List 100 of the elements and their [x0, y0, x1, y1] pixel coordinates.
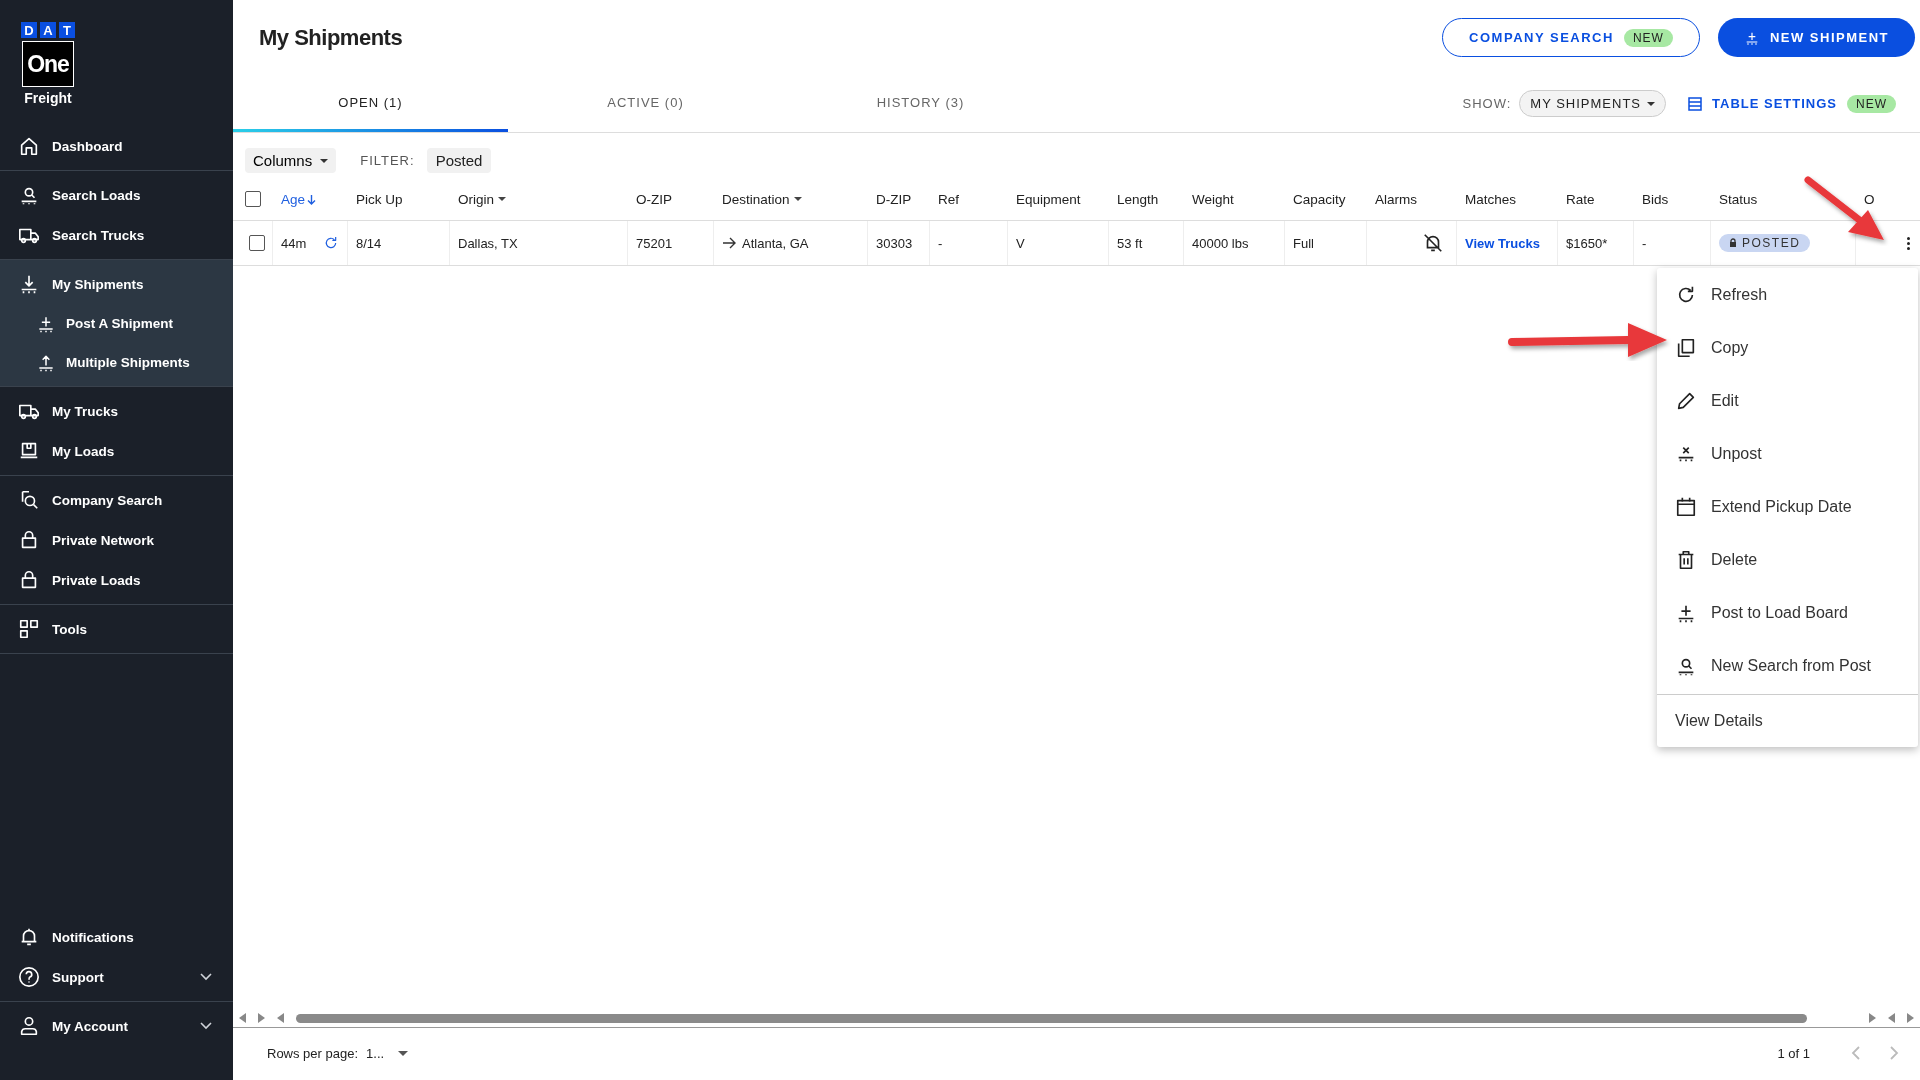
scroll-right-icon[interactable]: [1907, 1013, 1914, 1023]
table-cell: $1650*: [1566, 235, 1608, 251]
chevron-down-icon: [199, 972, 213, 982]
rows-per-page-select[interactable]: 1...: [366, 1045, 409, 1061]
caret-icon: [498, 197, 506, 201]
logo-letter: A: [40, 22, 56, 38]
column-header[interactable]: O: [1864, 191, 1875, 207]
chevron-right-icon[interactable]: [1888, 1045, 1900, 1061]
tab[interactable]: HISTORY (3): [783, 75, 1058, 132]
scroll-right-icon[interactable]: [258, 1013, 265, 1023]
menu-item[interactable]: Copy: [1657, 321, 1918, 374]
new-badge: NEW: [1623, 28, 1673, 47]
menu-item[interactable]: Edit: [1657, 374, 1918, 427]
refresh-icon: [323, 235, 339, 251]
table-cell: 75201: [636, 235, 673, 251]
column-header[interactable]: Weight: [1192, 191, 1234, 207]
sidebar-item[interactable]: Private Loads: [0, 560, 233, 600]
sidebar-item[interactable]: Private Network: [0, 520, 233, 560]
scroll-left-icon[interactable]: [239, 1013, 246, 1023]
scroll-right-icon[interactable]: [1869, 1013, 1876, 1023]
sidebar-item[interactable]: My Loads: [0, 431, 233, 471]
tab[interactable]: OPEN (1): [233, 75, 508, 132]
sidebar-item[interactable]: Support: [0, 957, 233, 997]
logo-letter: D: [21, 22, 37, 38]
view-trucks-link[interactable]: View Trucks: [1465, 235, 1540, 251]
bell-off-icon[interactable]: [1422, 232, 1444, 254]
sort-down-icon: [307, 193, 317, 205]
chevron-down-icon: [199, 1021, 213, 1031]
sidebar-item[interactable]: Dashboard: [0, 126, 233, 166]
column-header[interactable]: Ref: [938, 191, 959, 207]
column-header[interactable]: Length: [1117, 191, 1159, 207]
menu-item[interactable]: Refresh: [1657, 268, 1918, 321]
sidebar-item[interactable]: Search Loads: [0, 175, 233, 215]
sidebar-item[interactable]: My Trucks: [0, 391, 233, 431]
status-badge: POSTED: [1719, 234, 1811, 252]
help-icon: [18, 966, 40, 988]
new-badge: NEW: [1847, 94, 1896, 113]
checkbox[interactable]: [248, 235, 265, 251]
table-settings-button[interactable]: TABLE SETTINGS NEW: [1688, 94, 1896, 113]
menu-item[interactable]: Unpost: [1657, 427, 1918, 480]
calendar-icon: [1675, 495, 1697, 518]
column-header[interactable]: Rate: [1566, 191, 1595, 207]
table-icon: [1688, 96, 1702, 111]
table-cell: -: [1642, 235, 1647, 251]
menu-item[interactable]: Extend Pickup Date: [1657, 480, 1918, 533]
new-shipment-button[interactable]: NEW SHIPMENT: [1717, 18, 1915, 57]
column-header[interactable]: Destination: [722, 191, 790, 207]
chevron-left-icon[interactable]: [1850, 1045, 1862, 1061]
column-header[interactable]: Alarms: [1375, 191, 1417, 207]
column-header[interactable]: Bids: [1642, 191, 1669, 207]
column-header[interactable]: O-ZIP: [636, 191, 672, 207]
menu-item[interactable]: New Search from Post: [1657, 639, 1918, 692]
sidebar-item[interactable]: Company Search: [0, 480, 233, 520]
column-header[interactable]: Matches: [1465, 191, 1517, 207]
scroll-left-icon[interactable]: [1888, 1013, 1895, 1023]
sidebar-item[interactable]: My Account: [0, 1006, 233, 1046]
column-header[interactable]: Equipment: [1016, 191, 1081, 207]
tab[interactable]: ACTIVE (0): [508, 75, 783, 132]
menu-item[interactable]: Post to Load Board: [1657, 586, 1918, 639]
scrollbar-thumb[interactable]: [296, 1013, 1807, 1023]
logo-wordmark: One: [22, 41, 74, 87]
menu-item[interactable]: Delete: [1657, 533, 1918, 586]
table-cell: Atlanta, GA: [742, 235, 809, 251]
column-header[interactable]: D-ZIP: [876, 191, 912, 207]
table-cell: 30303: [876, 235, 913, 251]
company-search-button[interactable]: COMPANY SEARCH NEW: [1442, 18, 1700, 57]
grid-icon: [18, 618, 40, 640]
view-details-item[interactable]: View Details: [1657, 694, 1918, 747]
checkbox[interactable]: [245, 191, 261, 207]
table-cell: 44m: [281, 235, 307, 251]
table-cell: V: [1016, 235, 1025, 251]
caret-icon: [793, 197, 802, 201]
column-header[interactable]: Age: [281, 191, 306, 207]
column-header[interactable]: Origin: [458, 191, 494, 207]
show-dropdown[interactable]: MY SHIPMENTS: [1519, 90, 1666, 117]
table-cell: 53 ft: [1117, 235, 1143, 251]
rows-per-page-label: Rows per page:: [267, 1045, 359, 1061]
scroll-left-icon[interactable]: [277, 1013, 284, 1023]
table-cell: 8/14: [356, 235, 382, 251]
logo-subtitle: Freight: [24, 90, 72, 106]
column-header[interactable]: Pick Up: [356, 191, 403, 207]
table-cell: 40000 lbs: [1192, 235, 1249, 251]
column-header[interactable]: Capacity: [1293, 191, 1346, 207]
sidebar-item[interactable]: Multiple Shipments: [0, 343, 233, 382]
copy-icon: [1675, 336, 1697, 359]
sidebar-item[interactable]: Tools: [0, 609, 233, 649]
page-range: 1 of 1: [1777, 1045, 1810, 1061]
home-icon: [18, 135, 40, 157]
table-cell: Dallas, TX: [458, 235, 518, 251]
sidebar-item[interactable]: Post A Shipment: [0, 304, 233, 343]
sidebar-item[interactable]: My Shipments: [0, 264, 233, 304]
filter-chip[interactable]: Posted: [426, 148, 492, 173]
show-label: SHOW:: [1462, 96, 1512, 111]
sidebar-item[interactable]: Search Trucks: [0, 215, 233, 255]
filter-label: FILTER:: [360, 153, 415, 168]
column-header[interactable]: Status: [1719, 191, 1758, 207]
columns-button[interactable]: Columns: [245, 148, 337, 173]
logo-letter: T: [59, 22, 75, 38]
table-cell: -: [938, 235, 943, 251]
sidebar-item[interactable]: Notifications: [0, 917, 233, 957]
